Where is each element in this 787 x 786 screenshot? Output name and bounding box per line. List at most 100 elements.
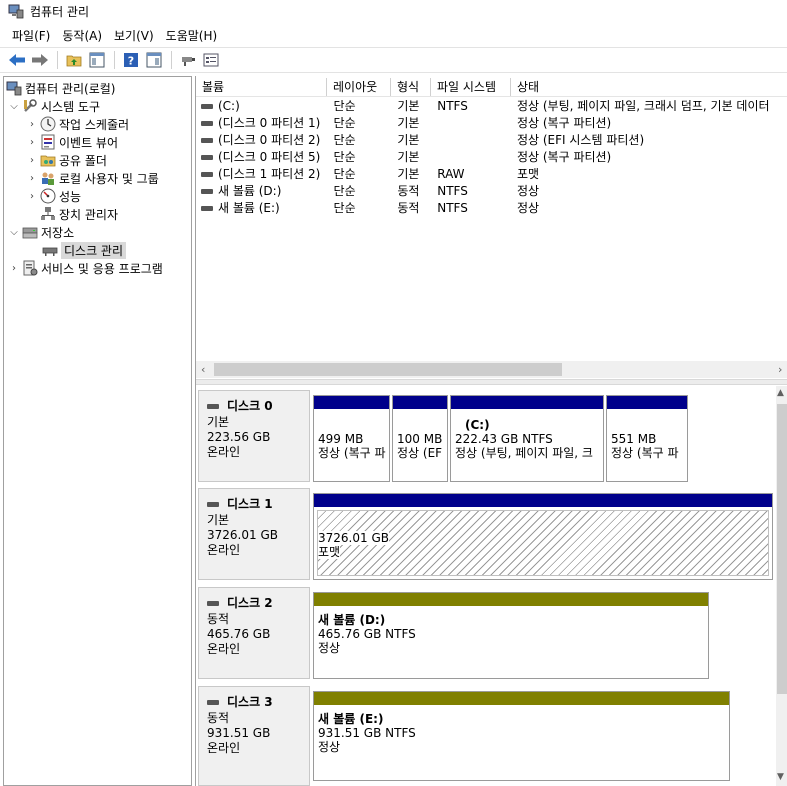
disk-state: 온라인 [207, 445, 241, 459]
forward-arrow-icon[interactable] [29, 49, 51, 71]
scroll-down-icon[interactable]: ▼ [777, 772, 784, 782]
volume-layout: 단순 [333, 99, 356, 113]
computer-management-icon [6, 80, 22, 96]
disk-name: 디스크 0 [227, 399, 273, 413]
scroll-up-icon[interactable]: ▲ [777, 388, 784, 398]
disk-row[interactable]: 디스크 3 동적 931.51 GB 온라인 새 볼륨 (E:) 931.51 … [198, 686, 773, 786]
menu-action[interactable]: 동작(A) [56, 27, 108, 44]
tree-label: 공유 폴더 [59, 153, 107, 168]
tree-item-services[interactable]: › 서비스 및 응용 프로그램 [8, 259, 163, 277]
volume-row[interactable]: (디스크 1 파티션 2) 단순 기본 RAW 포맷 [196, 166, 787, 183]
partition-title: 새 볼륨 (D:) [318, 613, 386, 627]
column-header-layout[interactable]: 레이아웃 [327, 78, 391, 96]
disk-label[interactable]: 디스크 1 기본 3726.01 GB 온라인 [198, 488, 310, 580]
tree-item-shared-folders[interactable]: › 공유 폴더 [26, 151, 107, 169]
connect-icon[interactable] [177, 49, 199, 71]
menu-view[interactable]: 보기(V) [108, 27, 160, 44]
partition[interactable]: 499 MB 정상 (복구 파 [313, 395, 390, 482]
disk-name: 디스크 2 [227, 596, 273, 610]
column-header-volume[interactable]: 볼륨 [196, 78, 327, 96]
volume-row[interactable]: 새 볼륨 (D:) 단순 동적 NTFS 정상 [196, 183, 787, 200]
partition-size: 931.51 GB NTFS [318, 726, 416, 740]
volume-fs: NTFS [437, 184, 468, 198]
scroll-right-icon[interactable]: › [778, 361, 782, 378]
tree-label: 성능 [59, 189, 82, 204]
properties-icon[interactable] [200, 49, 222, 71]
chevron-down-icon[interactable]: ⌵ [8, 227, 20, 238]
pane-splitter[interactable] [196, 379, 787, 385]
up-folder-icon[interactable] [63, 49, 85, 71]
disk-row[interactable]: 디스크 0 기본 223.56 GB 온라인 499 MB 정상 (복구 파 1… [198, 390, 773, 482]
tree-label: 작업 스케줄러 [59, 117, 130, 132]
storage-icon [22, 224, 38, 240]
volume-name: (디스크 1 파티션 2) [218, 167, 321, 181]
chevron-right-icon[interactable]: › [26, 191, 38, 202]
tree-item-device-manager[interactable]: 장치 관리자 [38, 205, 118, 223]
disk-label[interactable]: 디스크 2 동적 465.76 GB 온라인 [198, 587, 310, 679]
volume-row[interactable]: (디스크 0 파티션 1) 단순 기본 정상 (복구 파티션) [196, 115, 787, 132]
chevron-right-icon[interactable]: › [26, 173, 38, 184]
disk-icon [207, 601, 219, 606]
chevron-right-icon[interactable]: › [26, 137, 38, 148]
scrollbar-thumb[interactable] [777, 404, 787, 694]
tree-item-local-users[interactable]: › 로컬 사용자 및 그룹 [26, 169, 159, 187]
chevron-right-icon[interactable]: › [26, 119, 38, 130]
tree-label: 이벤트 뷰어 [59, 135, 119, 150]
horizontal-scrollbar[interactable]: ‹ › [196, 361, 787, 378]
chevron-right-icon[interactable]: › [26, 155, 38, 166]
disk-row[interactable]: 디스크 1 기본 3726.01 GB 온라인 3726.01 GB 포맷 [198, 488, 773, 580]
column-header-status[interactable]: 상태 [511, 78, 787, 96]
tree-label: 디스크 관리 [61, 241, 127, 259]
disk-label[interactable]: 디스크 0 기본 223.56 GB 온라인 [198, 390, 310, 482]
action-pane-icon[interactable] [143, 49, 165, 71]
help-icon[interactable]: ? [120, 49, 142, 71]
menu-help[interactable]: 도움말(H) [160, 27, 224, 44]
partition[interactable]: (C:) 222.43 GB NTFS 정상 (부팅, 페이지 파일, 크 [450, 395, 604, 482]
partition-title: (C:) [465, 418, 490, 432]
column-header-filesystem[interactable]: 파일 시스템 [431, 78, 511, 96]
partition[interactable]: 100 MB 정상 (EF [392, 395, 448, 482]
chevron-right-icon[interactable]: › [8, 263, 20, 274]
chevron-down-icon[interactable]: ⌵ [8, 101, 20, 112]
partition[interactable]: 3726.01 GB 포맷 [313, 493, 773, 580]
volume-row[interactable]: (디스크 0 파티션 5) 단순 기본 정상 (복구 파티션) [196, 149, 787, 166]
volume-row[interactable]: 새 볼륨 (E:) 단순 동적 NTFS 정상 [196, 200, 787, 217]
disk-kind: 기본 [207, 513, 230, 527]
show-hide-tree-icon[interactable] [86, 49, 108, 71]
toolbar: ? [0, 47, 787, 73]
partition-status: 포맷 [318, 545, 341, 559]
back-arrow-icon[interactable] [6, 49, 28, 71]
disk-row[interactable]: 디스크 2 동적 465.76 GB 온라인 새 볼륨 (D:) 465.76 … [198, 587, 773, 679]
tree-item-system-tools[interactable]: ⌵ 시스템 도구 [8, 97, 100, 115]
volume-status: 정상 (EFI 시스템 파티션) [516, 133, 645, 147]
tree-item-disk-management[interactable]: 디스크 관리 [40, 241, 127, 259]
disk-label[interactable]: 디스크 3 동적 931.51 GB 온라인 [198, 686, 310, 786]
tree-item-event-viewer[interactable]: › 이벤트 뷰어 [26, 133, 118, 151]
volume-row[interactable]: (C:) 단순 기본 NTFS 정상 (부팅, 페이지 파일, 크래시 덤프, … [196, 98, 787, 115]
partition[interactable]: 새 볼륨 (D:) 465.76 GB NTFS 정상 [313, 592, 709, 679]
toolbar-separator [57, 51, 58, 69]
tree-item-task-scheduler[interactable]: › 작업 스케줄러 [26, 115, 129, 133]
column-header-type[interactable]: 형식 [391, 78, 431, 96]
volume-layout: 단순 [333, 167, 356, 181]
scroll-left-icon[interactable]: ‹ [201, 361, 205, 378]
partition[interactable]: 551 MB 정상 (복구 파 [606, 395, 688, 482]
partition[interactable]: 새 볼륨 (E:) 931.51 GB NTFS 정상 [313, 691, 730, 781]
disk-management-icon [42, 242, 58, 258]
scrollbar-thumb[interactable] [214, 363, 562, 376]
tree-item-root[interactable]: 컴퓨터 관리(로컬) [4, 79, 115, 97]
volume-icon [201, 172, 213, 177]
volume-row[interactable]: (디스크 0 파티션 2) 단순 기본 정상 (EFI 시스템 파티션) [196, 132, 787, 149]
partition-size: 499 MB [318, 432, 364, 446]
volume-layout: 단순 [333, 116, 356, 130]
tree-item-storage[interactable]: ⌵ 저장소 [8, 223, 74, 241]
vertical-scrollbar[interactable]: ▲ ▼ [776, 386, 787, 786]
tree-label: 컴퓨터 관리(로컬) [25, 81, 116, 96]
volume-type: 기본 [397, 150, 420, 164]
tree-item-performance[interactable]: › 성능 [26, 187, 81, 205]
menu-file[interactable]: 파일(F) [6, 27, 56, 44]
volume-type: 동적 [397, 184, 420, 198]
volume-fs [429, 132, 509, 149]
volume-layout: 단순 [333, 184, 356, 198]
tree-label: 저장소 [41, 225, 75, 240]
